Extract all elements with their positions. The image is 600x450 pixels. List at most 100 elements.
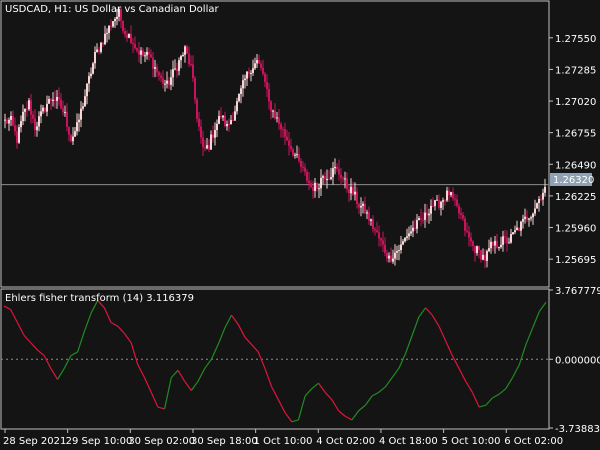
candle-body (76, 122, 78, 132)
candle-body (544, 186, 546, 193)
candle-body (480, 249, 482, 260)
candle-body (452, 192, 454, 199)
candle-body (98, 49, 100, 52)
candle-body (282, 129, 284, 131)
candle-body (346, 178, 348, 189)
candle-body (126, 34, 128, 38)
candle-body (336, 166, 338, 169)
candle-body (218, 116, 220, 124)
candle-body (4, 119, 6, 121)
candle-body (272, 110, 274, 112)
candle-body (534, 208, 536, 214)
candle-body (30, 100, 32, 115)
price-axis-label: 1.27550 (555, 34, 596, 45)
candle-body (186, 46, 188, 54)
time-axis-label: 5 Oct 10:00 (442, 436, 501, 447)
candle-body (214, 130, 216, 138)
candle-body (524, 216, 526, 219)
candle-body (496, 240, 498, 248)
candle-body (308, 180, 310, 184)
candle-body (254, 63, 256, 69)
candle-body (204, 147, 206, 149)
candle-body (112, 21, 114, 27)
candle-body (114, 18, 116, 22)
candle-body (450, 192, 452, 196)
candle-body (456, 199, 458, 206)
candle-body (532, 213, 534, 218)
chart-canvas[interactable]: 1.27550 1.27285 1.27020 1.26755 1.26490 1.262… (0, 0, 600, 450)
candle-body (14, 125, 16, 132)
candle-body (22, 111, 24, 122)
candle-body (420, 218, 422, 220)
candle-body (322, 176, 324, 178)
candle-body (472, 241, 474, 246)
candle-body (300, 160, 302, 167)
candle-body (180, 56, 182, 61)
candle-body (468, 231, 470, 238)
candle-body (438, 199, 440, 208)
candle-body (18, 127, 20, 143)
candle-body (360, 205, 362, 208)
candle-body (16, 131, 18, 143)
candle-body (394, 252, 396, 259)
price-axis-label: 1.26490 (555, 160, 596, 171)
candle-body (392, 258, 394, 262)
candle-body (260, 63, 262, 68)
candle-body (398, 250, 400, 252)
candle-body (154, 67, 156, 69)
chart-title: USDCAD, H1: US Dollar vs Canadian Dollar (5, 4, 219, 15)
candle-body (414, 227, 416, 229)
candle-body (536, 203, 538, 209)
candle-body (302, 166, 304, 168)
candle-body (66, 111, 68, 127)
candle-body (152, 57, 154, 69)
candle-body (448, 190, 450, 196)
candle-body (248, 71, 250, 74)
candle-body (160, 75, 162, 78)
candle-body (144, 55, 146, 57)
candle-body (464, 218, 466, 231)
candle-body (332, 168, 334, 178)
candle-body (268, 88, 270, 102)
price-axis-label: 1.26755 (555, 129, 596, 140)
candle-body (164, 83, 166, 85)
candle-body (276, 117, 278, 119)
candle-body (274, 110, 276, 119)
candle-body (390, 255, 392, 262)
candle-body (46, 103, 48, 112)
candle-body (24, 108, 26, 112)
candle-body (396, 250, 398, 253)
candle-body (148, 51, 150, 55)
candle-body (182, 54, 184, 57)
candle-body (296, 154, 298, 156)
candle-body (104, 33, 106, 45)
candle-body (82, 106, 84, 109)
time-axis-label: 30 Sep 18:00 (191, 436, 258, 447)
candle-body (194, 78, 196, 100)
candle-body (122, 20, 124, 31)
candle-body (92, 63, 94, 74)
candle-body (78, 119, 80, 123)
candle-body (488, 248, 490, 252)
candle-body (130, 34, 132, 44)
candle-body (380, 238, 382, 241)
candle-body (178, 60, 180, 71)
candle-body (484, 254, 486, 261)
candle-body (376, 230, 378, 233)
candle-body (352, 186, 354, 195)
candle-body (150, 54, 152, 58)
candle-body (408, 233, 410, 237)
candle-body (436, 199, 438, 201)
candle-body (502, 236, 504, 245)
candle-body (432, 205, 434, 207)
candle-body (370, 219, 372, 221)
candle-body (162, 77, 164, 84)
candle-body (540, 198, 542, 200)
candle-body (88, 76, 90, 84)
candle-body (372, 219, 374, 230)
candle-body (434, 200, 436, 206)
candle-body (242, 80, 244, 89)
candle-body (170, 77, 172, 85)
candle-body (542, 192, 544, 200)
candle-body (306, 171, 308, 181)
